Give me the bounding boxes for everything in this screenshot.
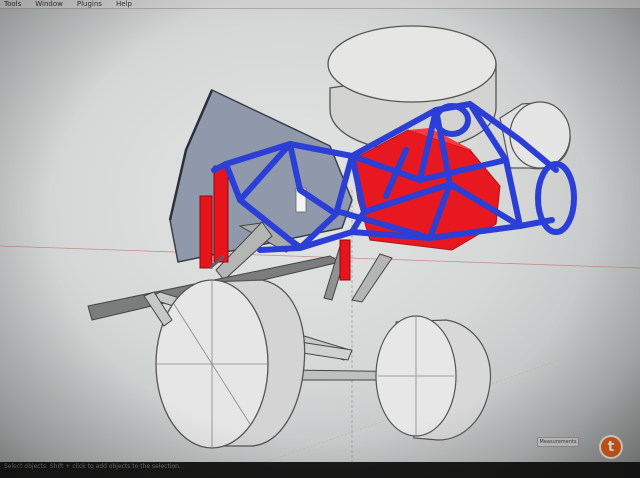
tumblr-logo: t bbox=[601, 437, 621, 457]
rear-lower-wheel bbox=[375, 315, 492, 441]
sketchup-window: Tools Window Plugins Help Measurements S… bbox=[0, 0, 640, 478]
3d-viewport[interactable] bbox=[0, 0, 640, 478]
status-hint: Select objects. Shift + click to add obj… bbox=[4, 463, 181, 470]
status-bar: Select objects. Shift + click to add obj… bbox=[0, 462, 640, 478]
front-lower-wheel bbox=[155, 279, 306, 449]
measurements-box[interactable]: Measurements bbox=[537, 437, 579, 447]
